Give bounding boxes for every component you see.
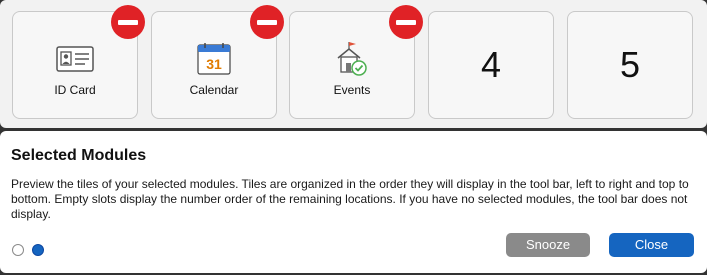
dialog-description: Preview the tiles of your selected modul… — [11, 177, 689, 221]
module-tiles-panel: ID Card 31 Calendar Events 4 5 — [0, 0, 707, 128]
page-dot-1[interactable] — [12, 244, 24, 256]
minus-icon — [118, 20, 138, 25]
minus-icon — [396, 20, 416, 25]
selected-modules-dialog: Selected Modules Preview the tiles of yo… — [0, 131, 707, 273]
tile-label: Calendar — [189, 83, 239, 97]
close-button[interactable]: Close — [609, 233, 694, 257]
remove-id-card-button[interactable] — [111, 5, 145, 39]
events-icon — [337, 42, 367, 76]
tile-label: Events — [333, 83, 371, 97]
calendar-day-number: 31 — [206, 56, 222, 72]
remove-calendar-button[interactable] — [250, 5, 284, 39]
tile-label: ID Card — [54, 83, 96, 97]
minus-icon — [257, 20, 277, 25]
calendar-icon: 31 — [197, 43, 231, 75]
page-dot-2[interactable] — [32, 244, 45, 256]
dialog-title: Selected Modules — [11, 147, 147, 164]
tile-empty-slot-5: 5 — [567, 11, 693, 119]
pagination-dots — [12, 244, 48, 258]
remove-events-button[interactable] — [389, 5, 423, 39]
slot-number: 4 — [480, 44, 502, 85]
snooze-button[interactable]: Snooze — [506, 233, 590, 257]
slot-number: 5 — [619, 44, 641, 85]
tile-empty-slot-4: 4 — [428, 11, 554, 119]
id-card-icon — [56, 46, 94, 72]
